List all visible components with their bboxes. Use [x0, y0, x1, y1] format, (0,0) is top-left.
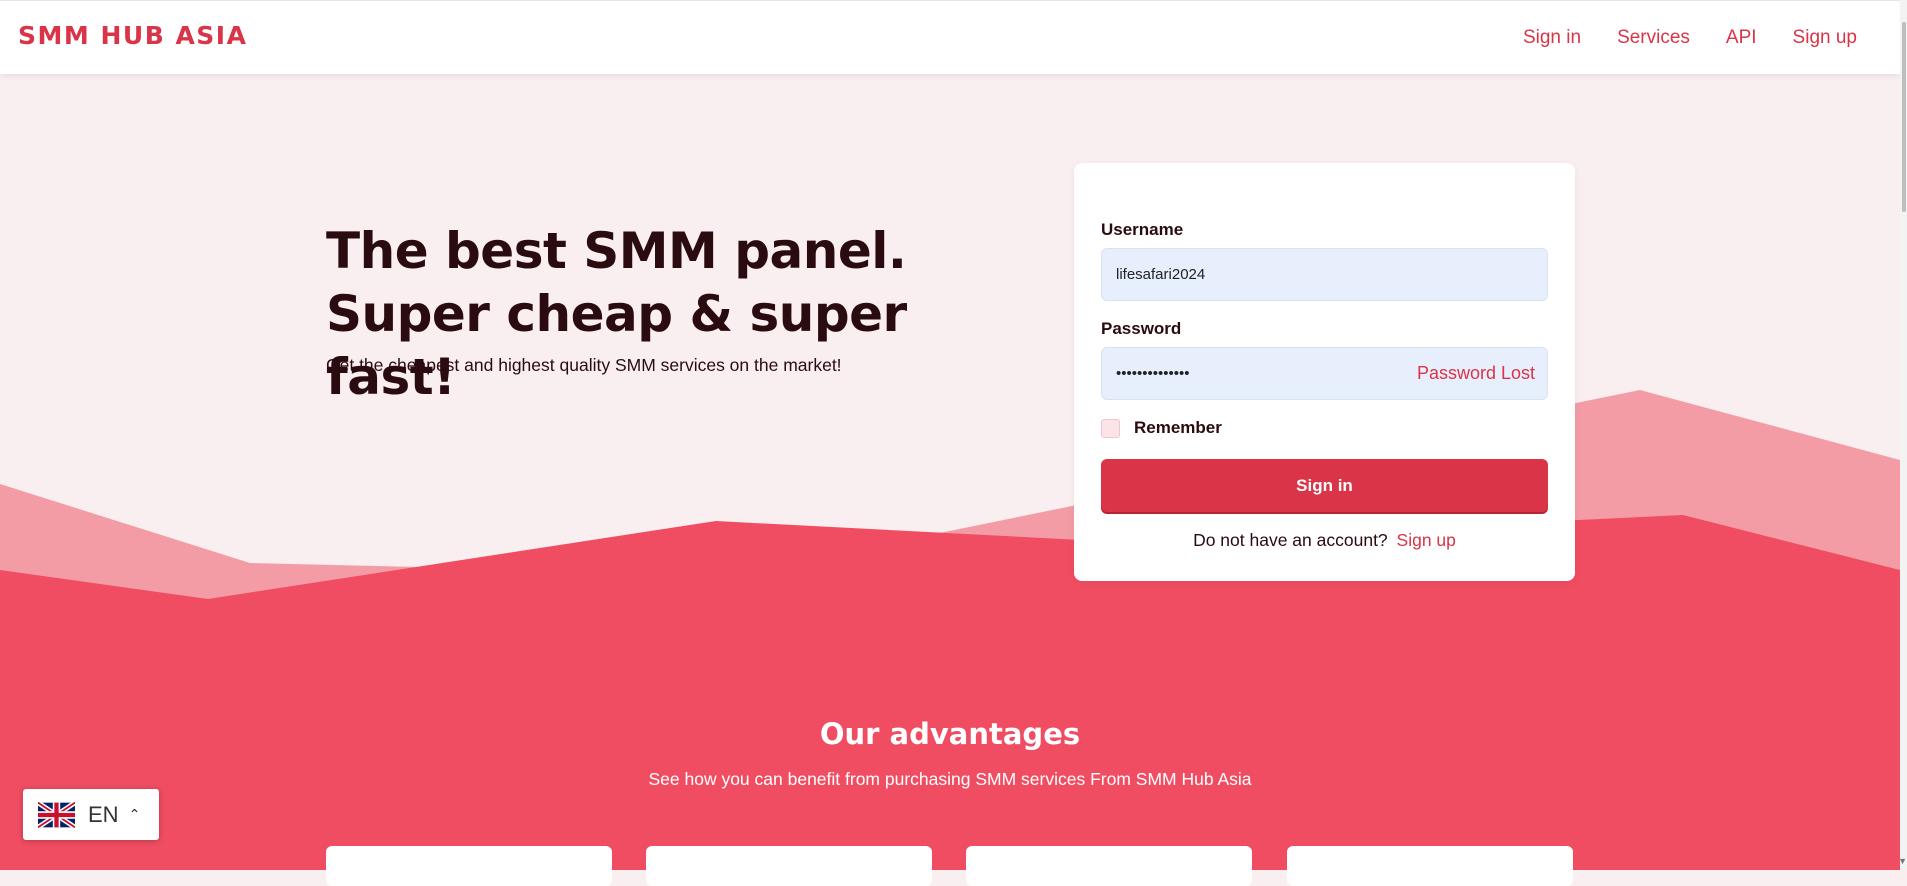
- nav-services-link[interactable]: Services: [1617, 27, 1690, 49]
- nav-signin-link[interactable]: Sign in: [1523, 27, 1581, 49]
- no-account-text: Do not have an account?: [1193, 530, 1388, 550]
- signup-prompt: Do not have an account? Sign up: [1074, 530, 1575, 551]
- scroll-down-arrow-icon[interactable]: ▼: [1898, 856, 1907, 866]
- uk-flag-icon: [38, 801, 75, 828]
- brand-logo[interactable]: SMM HUB ASIA: [18, 21, 247, 50]
- main-nav: Sign in Services API Sign up: [1523, 27, 1857, 49]
- top-navbar: SMM HUB ASIA Sign in Services API Sign u…: [0, 0, 1900, 74]
- remember-label[interactable]: Remember: [1134, 418, 1222, 438]
- username-value: lifesafari2024: [1116, 266, 1206, 283]
- remember-row: Remember: [1101, 418, 1222, 438]
- advantage-card: [1287, 846, 1573, 886]
- login-card: Username lifesafari2024 Password •••••••…: [1074, 163, 1575, 581]
- password-input[interactable]: •••••••••••••• Password Lost: [1101, 347, 1548, 400]
- password-lost-link[interactable]: Password Lost: [1417, 363, 1535, 384]
- advantage-card: [966, 846, 1252, 886]
- signup-link[interactable]: Sign up: [1397, 530, 1456, 550]
- language-selector[interactable]: EN ⌃: [23, 789, 159, 840]
- hero-title: The best SMM panel. Super cheap & super …: [326, 222, 907, 406]
- hero-subtitle: Get the cheapest and highest quality SMM…: [326, 355, 842, 375]
- language-code: EN: [88, 801, 119, 827]
- page-scrollbar[interactable]: ▼: [1898, 0, 1907, 870]
- advantage-card: [646, 846, 932, 886]
- chevron-up-icon: ⌃: [128, 806, 141, 822]
- scrollbar-thumb[interactable]: [1902, 22, 1906, 212]
- signin-button[interactable]: Sign in: [1101, 459, 1548, 512]
- advantages-title: Our advantages: [819, 717, 1081, 751]
- username-input[interactable]: lifesafari2024: [1101, 248, 1548, 301]
- password-value: ••••••••••••••: [1116, 365, 1190, 382]
- password-label: Password: [1101, 319, 1182, 338]
- nav-signup-link[interactable]: Sign up: [1793, 27, 1857, 49]
- nav-api-link[interactable]: API: [1726, 27, 1757, 49]
- advantages-subtitle: See how you can benefit from purchasing …: [648, 769, 1252, 789]
- remember-checkbox[interactable]: [1101, 418, 1120, 438]
- username-label: Username: [1101, 220, 1184, 239]
- advantage-card: [326, 846, 612, 886]
